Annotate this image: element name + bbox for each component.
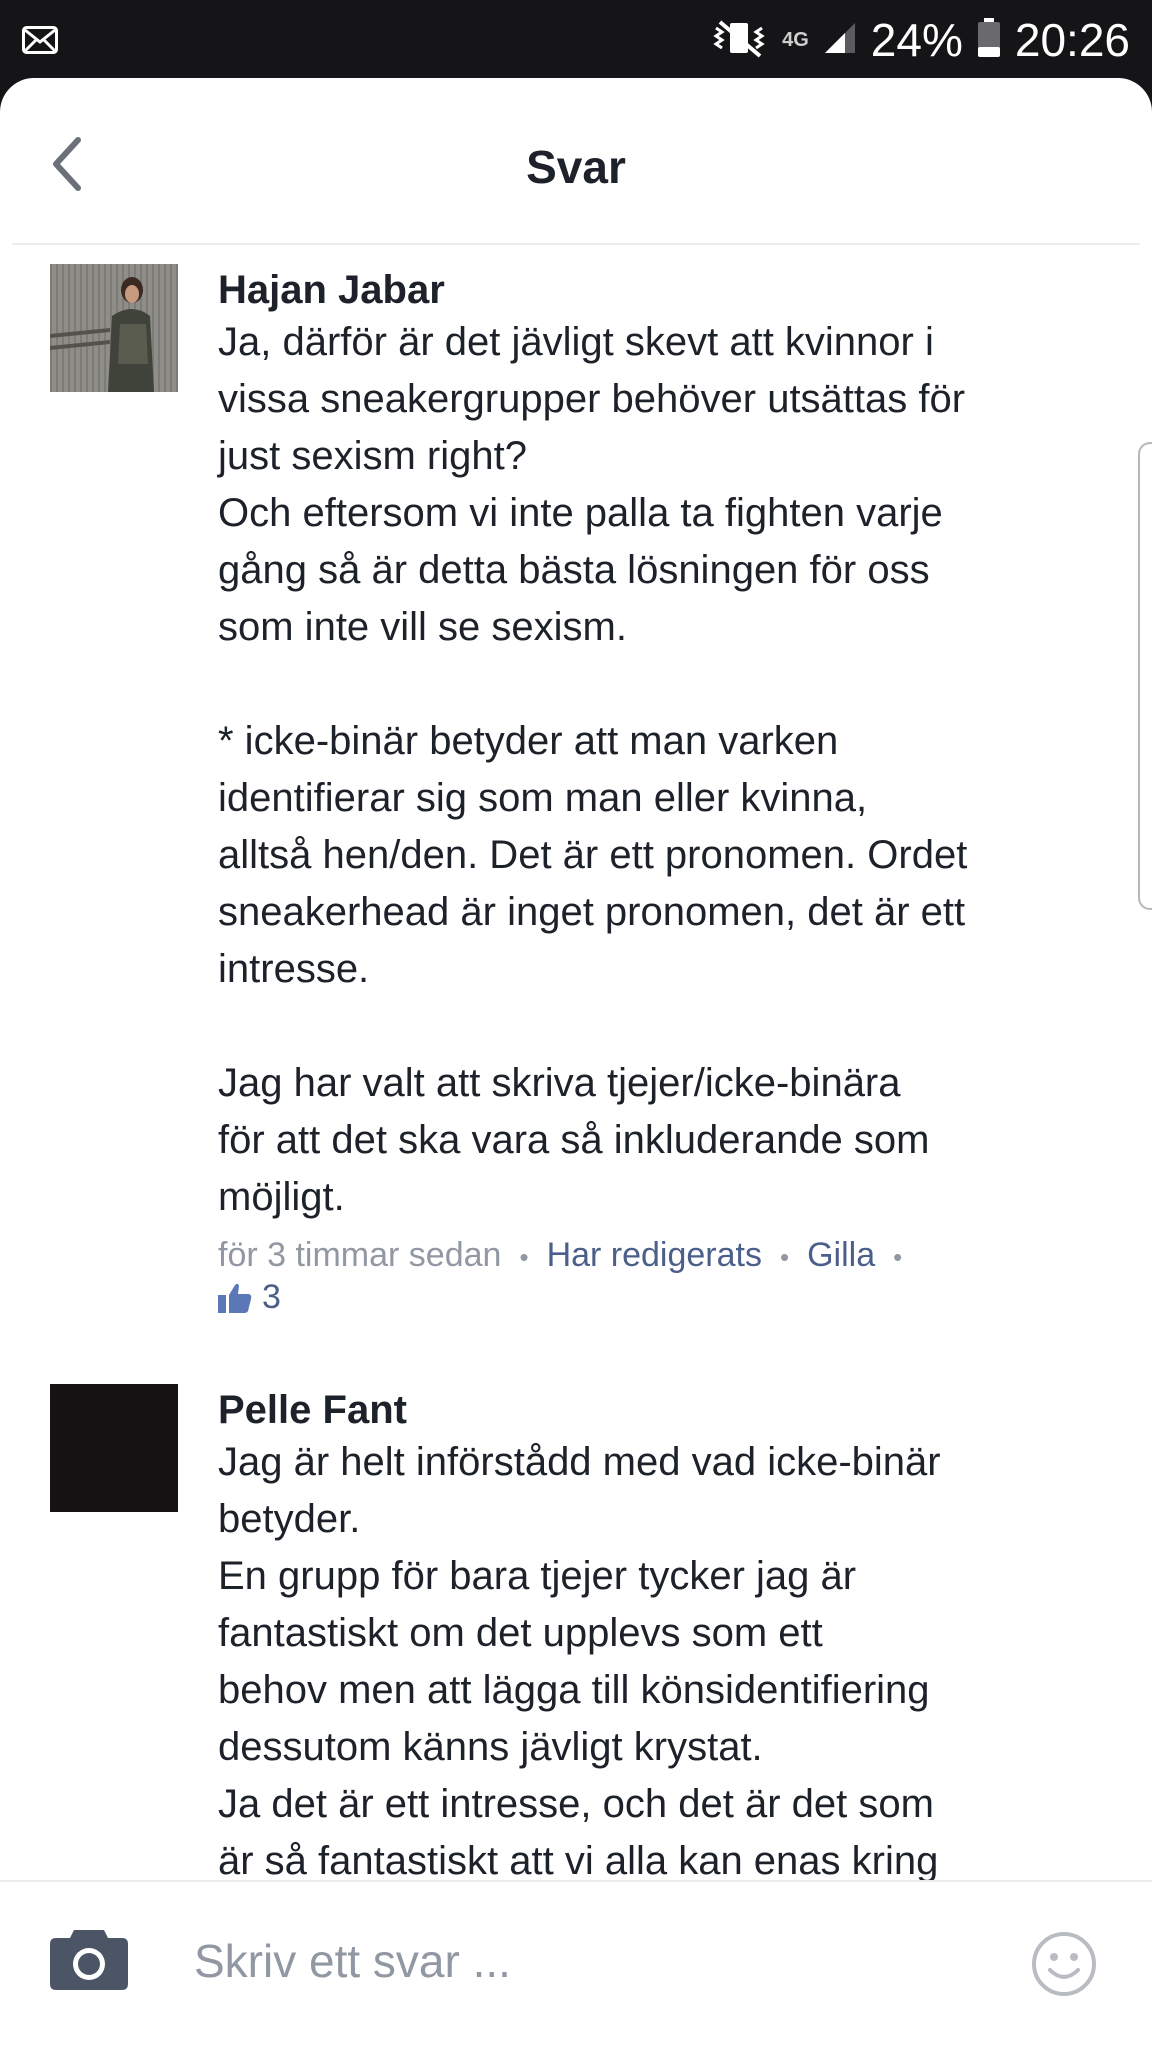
comment-actions: för 3 timmar sedan • Har redigerats • Gilla • <box>218 1232 1112 1280</box>
emoji-button[interactable] <box>1030 1930 1098 2003</box>
vibrate-mute-icon <box>710 18 768 63</box>
avatar[interactable] <box>50 1384 178 1512</box>
page-title: Svar <box>526 141 626 193</box>
signal-icon <box>823 21 857 60</box>
battery-percent: 24% <box>870 14 963 66</box>
edited-link[interactable]: Har redigerats <box>547 1236 762 1274</box>
reply-input[interactable] <box>192 1912 976 2010</box>
divider <box>12 243 1140 245</box>
comment-body: Hajan Jabar Ja, därför är det jävligt sk… <box>218 264 1112 1317</box>
like-count-row[interactable]: 3 <box>218 1278 1112 1317</box>
mail-notification-icon <box>22 26 58 59</box>
avatar[interactable] <box>50 264 178 392</box>
reply-composer <box>0 1880 1152 2048</box>
comment-author[interactable]: Hajan Jabar <box>218 266 1112 314</box>
separator-dot: • <box>779 1242 790 1272</box>
comment-body: Pelle Fant Jag är helt införstådd med va… <box>218 1384 1112 1890</box>
status-bar: 4G 24% 20:26 <box>0 0 1152 80</box>
clock: 20:26 <box>1014 14 1130 66</box>
network-type: 4G <box>782 29 809 51</box>
separator-dot: • <box>893 1242 903 1272</box>
comment-timestamp[interactable]: för 3 timmar sedan <box>218 1236 501 1274</box>
comment-author[interactable]: Pelle Fant <box>218 1386 1112 1434</box>
separator-dot: • <box>519 1242 529 1272</box>
comment-text: Ja, därför är det jävligt skevt att kvin… <box>218 320 968 1219</box>
battery-icon <box>977 17 1001 63</box>
comment-text: Jag är helt införstådd med vad icke-binä… <box>218 1440 941 1883</box>
like-count: 3 <box>262 1278 281 1316</box>
top-bar: Svar <box>0 78 1152 245</box>
camera-icon <box>50 1930 128 1990</box>
thumbs-up-icon <box>218 1283 252 1313</box>
replies-sheet: Svar Hajan Jabar Ja, därför är det jävli… <box>0 78 1152 2048</box>
smiley-icon <box>1032 1932 1096 1996</box>
scrollbar[interactable] <box>1138 442 1152 910</box>
camera-button[interactable] <box>48 1924 130 1997</box>
like-button[interactable]: Gilla <box>807 1236 875 1274</box>
